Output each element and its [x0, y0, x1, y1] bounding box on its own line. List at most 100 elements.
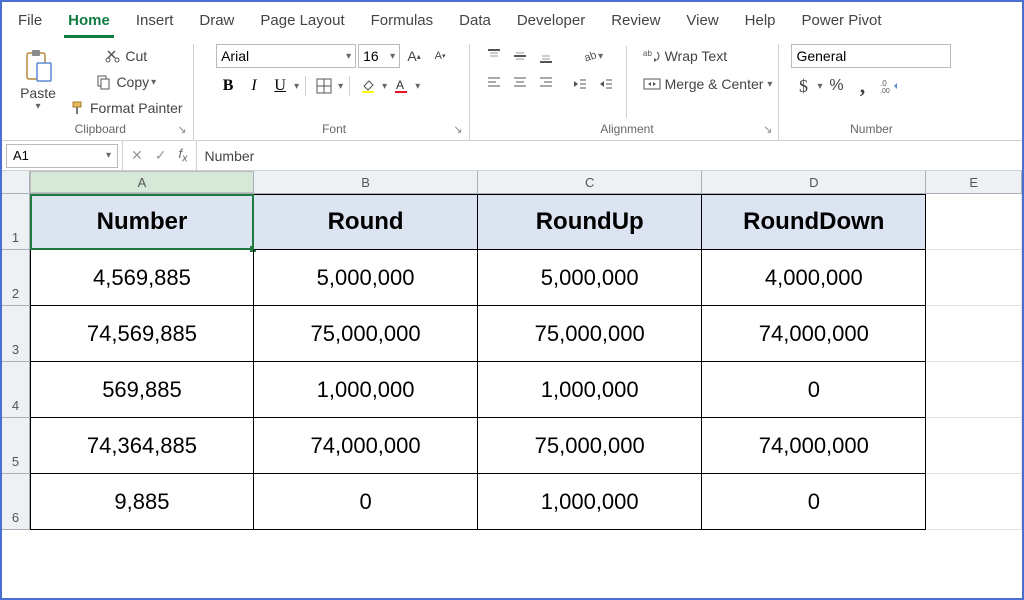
col-header-E[interactable]: E: [926, 171, 1022, 193]
cell-C1[interactable]: RoundUp: [478, 194, 702, 250]
decrease-font-button[interactable]: A▾: [428, 44, 452, 68]
tab-review[interactable]: Review: [607, 8, 664, 38]
tab-file[interactable]: File: [14, 8, 46, 38]
align-left-button[interactable]: [482, 70, 506, 94]
col-header-B[interactable]: B: [254, 171, 478, 193]
chevron-down-icon[interactable]: ▾: [415, 81, 420, 92]
align-middle-icon: [512, 48, 528, 64]
cell-D3[interactable]: 74,000,000: [702, 306, 926, 362]
cell-D2[interactable]: 4,000,000: [702, 250, 926, 306]
cell-B4[interactable]: 1,000,000: [254, 362, 478, 418]
tab-page-layout[interactable]: Page Layout: [256, 8, 348, 38]
tab-formulas[interactable]: Formulas: [367, 8, 438, 38]
cut-button[interactable]: Cut: [66, 44, 187, 68]
decrease-indent-button[interactable]: [568, 72, 592, 96]
copy-button[interactable]: Copy ▾: [66, 70, 187, 94]
cell-D6[interactable]: 0: [702, 474, 926, 530]
cell-B1[interactable]: Round: [254, 194, 478, 250]
formula-input[interactable]: Number: [197, 148, 263, 164]
col-header-C[interactable]: C: [478, 171, 702, 193]
col-header-D[interactable]: D: [702, 171, 926, 193]
bold-button[interactable]: B: [216, 74, 240, 98]
format-painter-button[interactable]: Format Painter: [66, 96, 187, 120]
tab-developer[interactable]: Developer: [513, 8, 589, 38]
font-color-button[interactable]: A: [389, 74, 413, 98]
cell-D1[interactable]: RoundDown: [702, 194, 926, 250]
cell-A3[interactable]: 74,569,885: [30, 306, 254, 362]
font-size-select[interactable]: 16▾: [358, 44, 400, 68]
chevron-down-icon[interactable]: ▾: [338, 81, 343, 92]
cell-E1[interactable]: [926, 194, 1022, 250]
dialog-launcher-icon[interactable]: ↘: [763, 123, 772, 136]
tab-power-pivot[interactable]: Power Pivot: [798, 8, 886, 38]
align-center-button[interactable]: [508, 70, 532, 94]
italic-button[interactable]: I: [242, 74, 266, 98]
cell-A5[interactable]: 74,364,885: [30, 418, 254, 474]
row-header-3[interactable]: 3: [2, 306, 30, 362]
font-name-select[interactable]: Arial▾: [216, 44, 356, 68]
cell-C2[interactable]: 5,000,000: [478, 250, 702, 306]
cell-D5[interactable]: 74,000,000: [702, 418, 926, 474]
cell-E5[interactable]: [926, 418, 1022, 474]
row-header-5[interactable]: 5: [2, 418, 30, 474]
align-bottom-button[interactable]: [534, 44, 558, 68]
tab-insert[interactable]: Insert: [132, 8, 178, 38]
fill-color-button[interactable]: [356, 74, 380, 98]
accounting-format-button[interactable]: $: [791, 74, 815, 98]
increase-font-button[interactable]: A▴: [402, 44, 426, 68]
cell-E2[interactable]: [926, 250, 1022, 306]
name-box[interactable]: A1 ▾: [6, 144, 118, 168]
chevron-down-icon[interactable]: ▾: [294, 81, 299, 92]
number-format-select[interactable]: General: [791, 44, 951, 68]
cell-A6[interactable]: 9,885: [30, 474, 254, 530]
dialog-launcher-icon[interactable]: ↘: [177, 123, 186, 136]
cell-B6[interactable]: 0: [254, 474, 478, 530]
col-header-A[interactable]: A: [30, 171, 254, 193]
cell-B3[interactable]: 75,000,000: [254, 306, 478, 362]
borders-button[interactable]: [312, 74, 336, 98]
align-middle-button[interactable]: [508, 44, 532, 68]
spreadsheet-grid[interactable]: A B C D E 1 Number Round RoundUp RoundDo…: [2, 171, 1022, 598]
chevron-down-icon[interactable]: ▾: [817, 81, 822, 92]
cell-A1[interactable]: Number: [30, 194, 254, 250]
select-all-corner[interactable]: [2, 171, 30, 193]
svg-text:.0: .0: [880, 79, 887, 88]
cell-E4[interactable]: [926, 362, 1022, 418]
cancel-icon[interactable]: ✕: [131, 147, 143, 164]
cell-B2[interactable]: 5,000,000: [254, 250, 478, 306]
cell-D4[interactable]: 0: [702, 362, 926, 418]
enter-icon[interactable]: ✓: [155, 147, 167, 164]
tab-home[interactable]: Home: [64, 8, 114, 38]
percent-format-button[interactable]: %: [824, 74, 848, 98]
cell-C6[interactable]: 1,000,000: [478, 474, 702, 530]
cell-E6[interactable]: [926, 474, 1022, 530]
cell-C5[interactable]: 75,000,000: [478, 418, 702, 474]
increase-indent-button[interactable]: [594, 72, 618, 96]
tab-help[interactable]: Help: [741, 8, 780, 38]
cell-C3[interactable]: 75,000,000: [478, 306, 702, 362]
increase-decimal-button[interactable]: .0.00: [876, 74, 904, 98]
row-header-1[interactable]: 1: [2, 194, 30, 250]
insert-function-button[interactable]: fx: [178, 146, 187, 165]
merge-center-button[interactable]: Merge & Center ▾: [643, 72, 773, 96]
cell-E3[interactable]: [926, 306, 1022, 362]
tab-draw[interactable]: Draw: [195, 8, 238, 38]
underline-button[interactable]: U: [268, 74, 292, 98]
align-top-button[interactable]: [482, 44, 506, 68]
tab-view[interactable]: View: [682, 8, 722, 38]
orientation-button[interactable]: ab▾: [568, 44, 618, 68]
chevron-down-icon[interactable]: ▾: [382, 81, 387, 92]
dialog-launcher-icon[interactable]: ↘: [453, 123, 462, 136]
wrap-text-button[interactable]: ab Wrap Text: [643, 44, 773, 68]
tab-data[interactable]: Data: [455, 8, 495, 38]
cell-B5[interactable]: 74,000,000: [254, 418, 478, 474]
cell-C4[interactable]: 1,000,000: [478, 362, 702, 418]
paste-button[interactable]: Paste ▾: [14, 44, 62, 116]
cell-A2[interactable]: 4,569,885: [30, 250, 254, 306]
comma-format-button[interactable]: ,: [850, 74, 874, 98]
align-right-button[interactable]: [534, 70, 558, 94]
row-header-2[interactable]: 2: [2, 250, 30, 306]
cell-A4[interactable]: 569,885: [30, 362, 254, 418]
row-header-4[interactable]: 4: [2, 362, 30, 418]
row-header-6[interactable]: 6: [2, 474, 30, 530]
